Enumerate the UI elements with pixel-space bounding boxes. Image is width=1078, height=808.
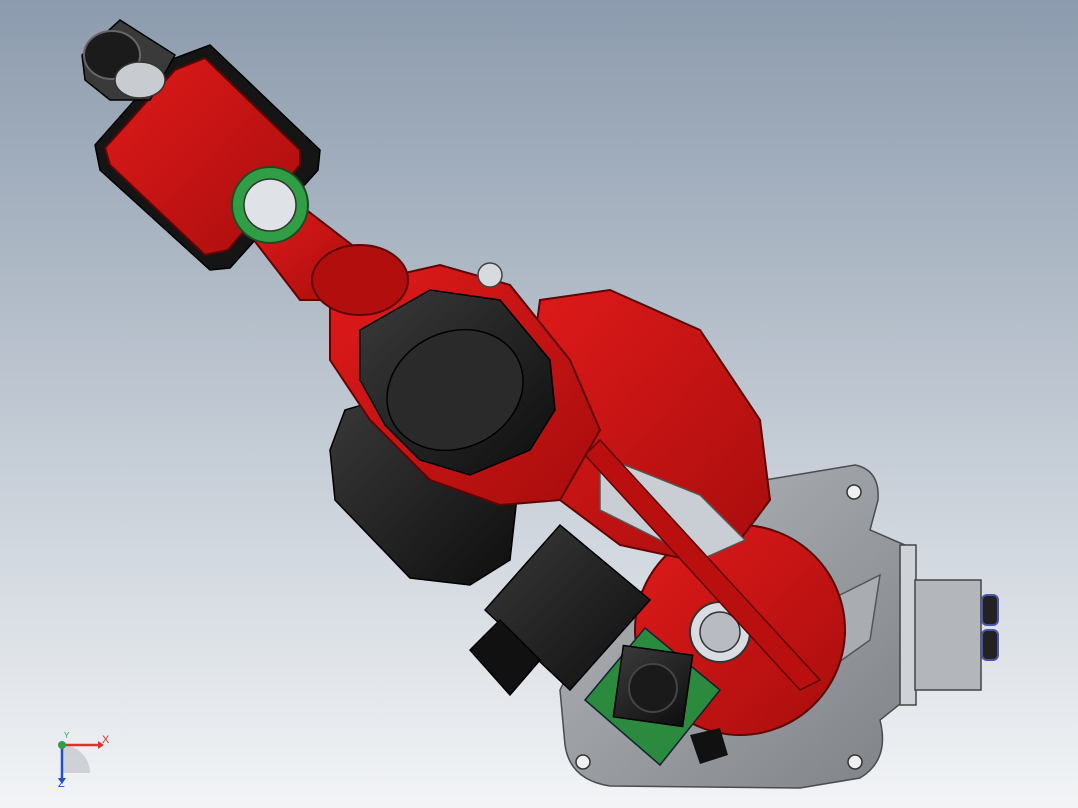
model-canvas[interactable] [0, 0, 1078, 808]
axis-y-label: Y [64, 731, 70, 740]
axis-x-label: X [102, 734, 110, 746]
axis-z-label: Z [58, 778, 65, 790]
cad-viewport[interactable]: X Y Z [0, 0, 1078, 808]
